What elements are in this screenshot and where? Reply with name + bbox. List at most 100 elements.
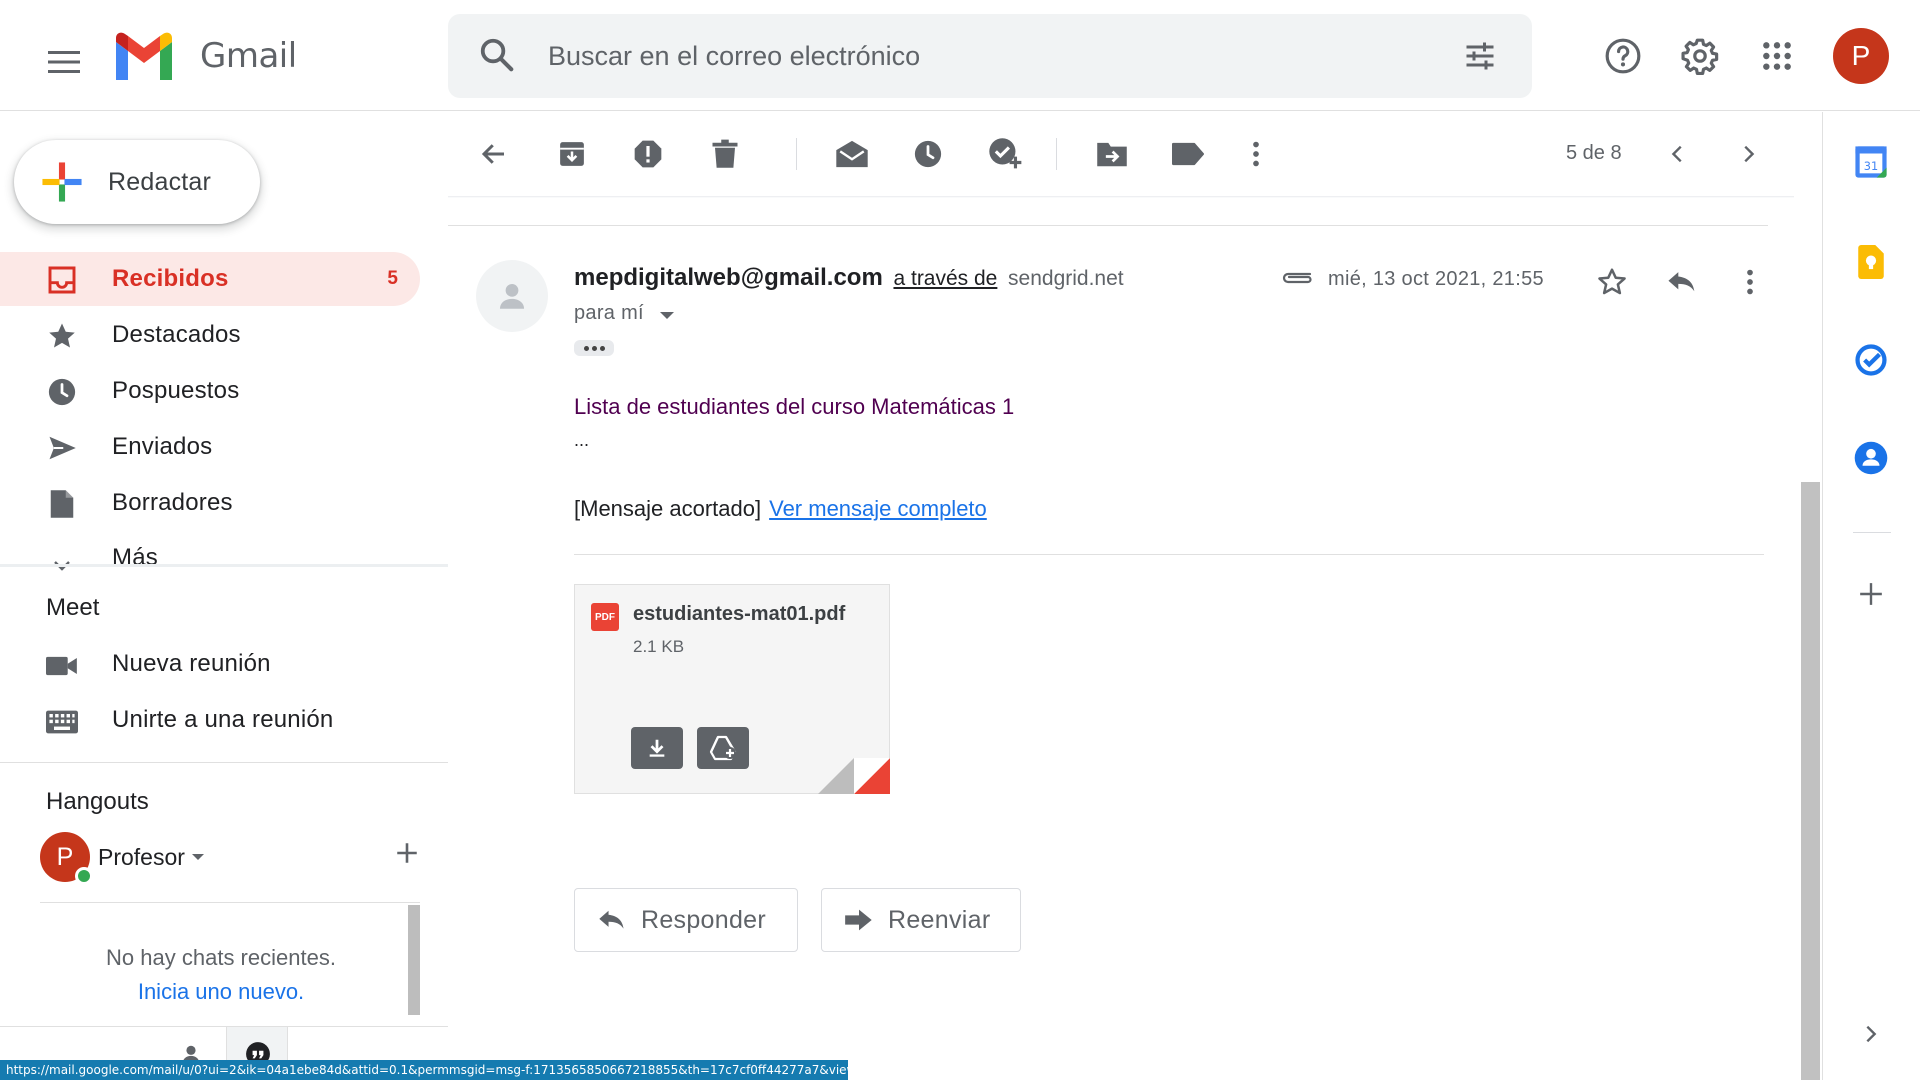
filter-icon[interactable]	[1462, 38, 1498, 74]
reply-icon[interactable]	[1660, 260, 1704, 304]
hangouts-user-name: Profesor	[98, 844, 185, 870]
chevron-right-icon[interactable]	[1849, 1012, 1893, 1056]
account-avatar[interactable]: P	[1833, 28, 1889, 84]
recipient-label: para mí	[574, 302, 644, 324]
add-task-icon[interactable]	[983, 132, 1027, 176]
trimmed-notice: [Mensaje acortado] Ver mensaje completo	[574, 496, 987, 522]
mark-unread-icon[interactable]	[830, 132, 874, 176]
add-chat-icon[interactable]	[394, 840, 420, 866]
sidebar-item-starred[interactable]: Destacados	[0, 308, 420, 362]
more-vert-icon[interactable]	[1234, 132, 1278, 176]
contacts-icon[interactable]	[1849, 436, 1893, 480]
delete-icon[interactable]	[703, 132, 747, 176]
pager-count: 5 de 8	[1566, 142, 1622, 164]
main-scrollbar[interactable]	[1801, 482, 1820, 1080]
link-url-statusbar: https://mail.google.com/mail/u/0?ui=2&ik…	[0, 1060, 848, 1080]
save-to-drive-button[interactable]	[697, 727, 749, 769]
trimmed-text: [Mensaje acortado]	[574, 496, 762, 521]
tasks-icon[interactable]	[1849, 338, 1893, 382]
recipient-details-caret[interactable]	[660, 312, 674, 319]
calendar-day-label: 31	[1864, 159, 1878, 173]
attachments-divider	[574, 554, 1764, 555]
sender-avatar	[476, 260, 548, 332]
meet-item-label: Nueva reunión	[112, 650, 271, 677]
start-chat-link[interactable]: Inicia uno nuevo.	[40, 979, 402, 1005]
download-icon	[649, 739, 665, 757]
attachment-clip-icon	[1280, 268, 1314, 288]
video-icon	[46, 650, 78, 682]
download-button[interactable]	[631, 727, 683, 769]
help-icon[interactable]	[1595, 28, 1651, 84]
online-status-dot	[75, 867, 93, 885]
star-icon	[46, 320, 78, 352]
sender-line: mepdigitalweb@gmail.com a través de send…	[574, 264, 1124, 292]
chevron-down-icon	[46, 550, 78, 572]
section-divider	[0, 762, 448, 763]
archive-icon[interactable]	[550, 132, 594, 176]
sidebar-item-label: Recibidos	[112, 265, 229, 292]
star-icon[interactable]	[1590, 260, 1634, 304]
caret-down-icon[interactable]	[192, 854, 204, 860]
message-view: mepdigitalweb@gmail.com a través de send…	[448, 226, 1794, 1080]
sidebar-item-sent[interactable]: Enviados	[0, 420, 420, 474]
sidebar-item-label: Destacados	[112, 321, 241, 348]
search-icon[interactable]	[478, 36, 516, 74]
sender-email[interactable]: mepdigitalweb@gmail.com	[574, 264, 883, 291]
message-body-ellipsis: ...	[574, 430, 590, 450]
pdf-icon: PDF	[591, 603, 619, 631]
recent-chats-panel: No hay chats recientes. Inicia uno nuevo…	[40, 902, 420, 1018]
inbox-icon	[46, 264, 78, 296]
app-name: Gmail	[200, 36, 297, 76]
snooze-icon[interactable]	[906, 132, 950, 176]
side-panel-rail: 31	[1822, 112, 1920, 1080]
meet-item-label: Unirte a una reunión	[112, 706, 334, 733]
join-meeting-item[interactable]: Unirte a una reunión	[0, 694, 440, 748]
reply-label: Responder	[641, 905, 767, 934]
prev-icon[interactable]	[1656, 132, 1700, 176]
add-icon[interactable]	[1849, 572, 1893, 616]
sidebar-item-label: Borradores	[112, 489, 233, 516]
show-trimmed-content-button[interactable]	[574, 340, 614, 356]
unread-count-badge: 5	[387, 268, 398, 289]
message-body-text: Lista de estudiantes del curso Matemátic…	[574, 394, 1015, 419]
forward-button[interactable]: Reenviar	[821, 888, 1021, 952]
search-input[interactable]	[548, 14, 1368, 98]
chat-scrollbar[interactable]	[408, 905, 420, 1015]
back-arrow-icon[interactable]	[472, 132, 516, 176]
keyboard-icon	[46, 706, 78, 738]
via-domain: sendgrid.net	[1008, 267, 1124, 290]
new-meeting-item[interactable]: Nueva reunión	[0, 638, 440, 692]
sidebar: Redactar Recibidos 5 Destacados Pospuest…	[0, 112, 448, 1080]
report-spam-icon[interactable]	[626, 132, 670, 176]
toolbar-divider	[796, 138, 797, 170]
label-icon[interactable]	[1166, 132, 1210, 176]
compose-plus-icon	[42, 162, 82, 202]
person-placeholder-icon	[499, 283, 525, 309]
apps-grid-icon[interactable]	[1749, 28, 1805, 84]
sidebar-item-inbox[interactable]: Recibidos 5	[0, 252, 420, 306]
sidebar-item-snoozed[interactable]: Pospuestos	[0, 364, 420, 418]
next-icon[interactable]	[1726, 132, 1770, 176]
calendar-icon[interactable]: 31	[1849, 140, 1893, 184]
message-date: mié, 13 oct 2021, 21:55	[1328, 268, 1544, 290]
section-divider	[0, 564, 448, 567]
gmail-logo[interactable]: Gmail	[112, 32, 297, 80]
sidebar-item-label: Enviados	[112, 433, 213, 460]
view-full-message-link[interactable]: Ver mensaje completo	[769, 496, 987, 521]
gmail-m-icon	[116, 32, 172, 80]
search-bar[interactable]	[448, 14, 1532, 98]
more-vert-icon[interactable]	[1728, 260, 1772, 304]
attachment-card[interactable]: PDF estudiantes-mat01.pdf 2.1 KB	[574, 584, 890, 794]
gear-icon[interactable]	[1672, 28, 1728, 84]
move-to-icon[interactable]	[1090, 132, 1134, 176]
keep-icon[interactable]	[1849, 240, 1893, 284]
via-link[interactable]: a través de	[893, 267, 997, 290]
sidebar-item-drafts[interactable]: Borradores	[0, 476, 420, 530]
menu-icon[interactable]	[36, 34, 92, 90]
no-chats-text: No hay chats recientes.	[106, 945, 336, 970]
sidebar-item-label: Más	[112, 544, 158, 571]
hangouts-user[interactable]: P Profesor	[40, 832, 420, 888]
compose-button[interactable]: Redactar	[14, 140, 260, 224]
reply-button[interactable]: Responder	[574, 888, 798, 952]
forward-icon	[845, 909, 872, 931]
